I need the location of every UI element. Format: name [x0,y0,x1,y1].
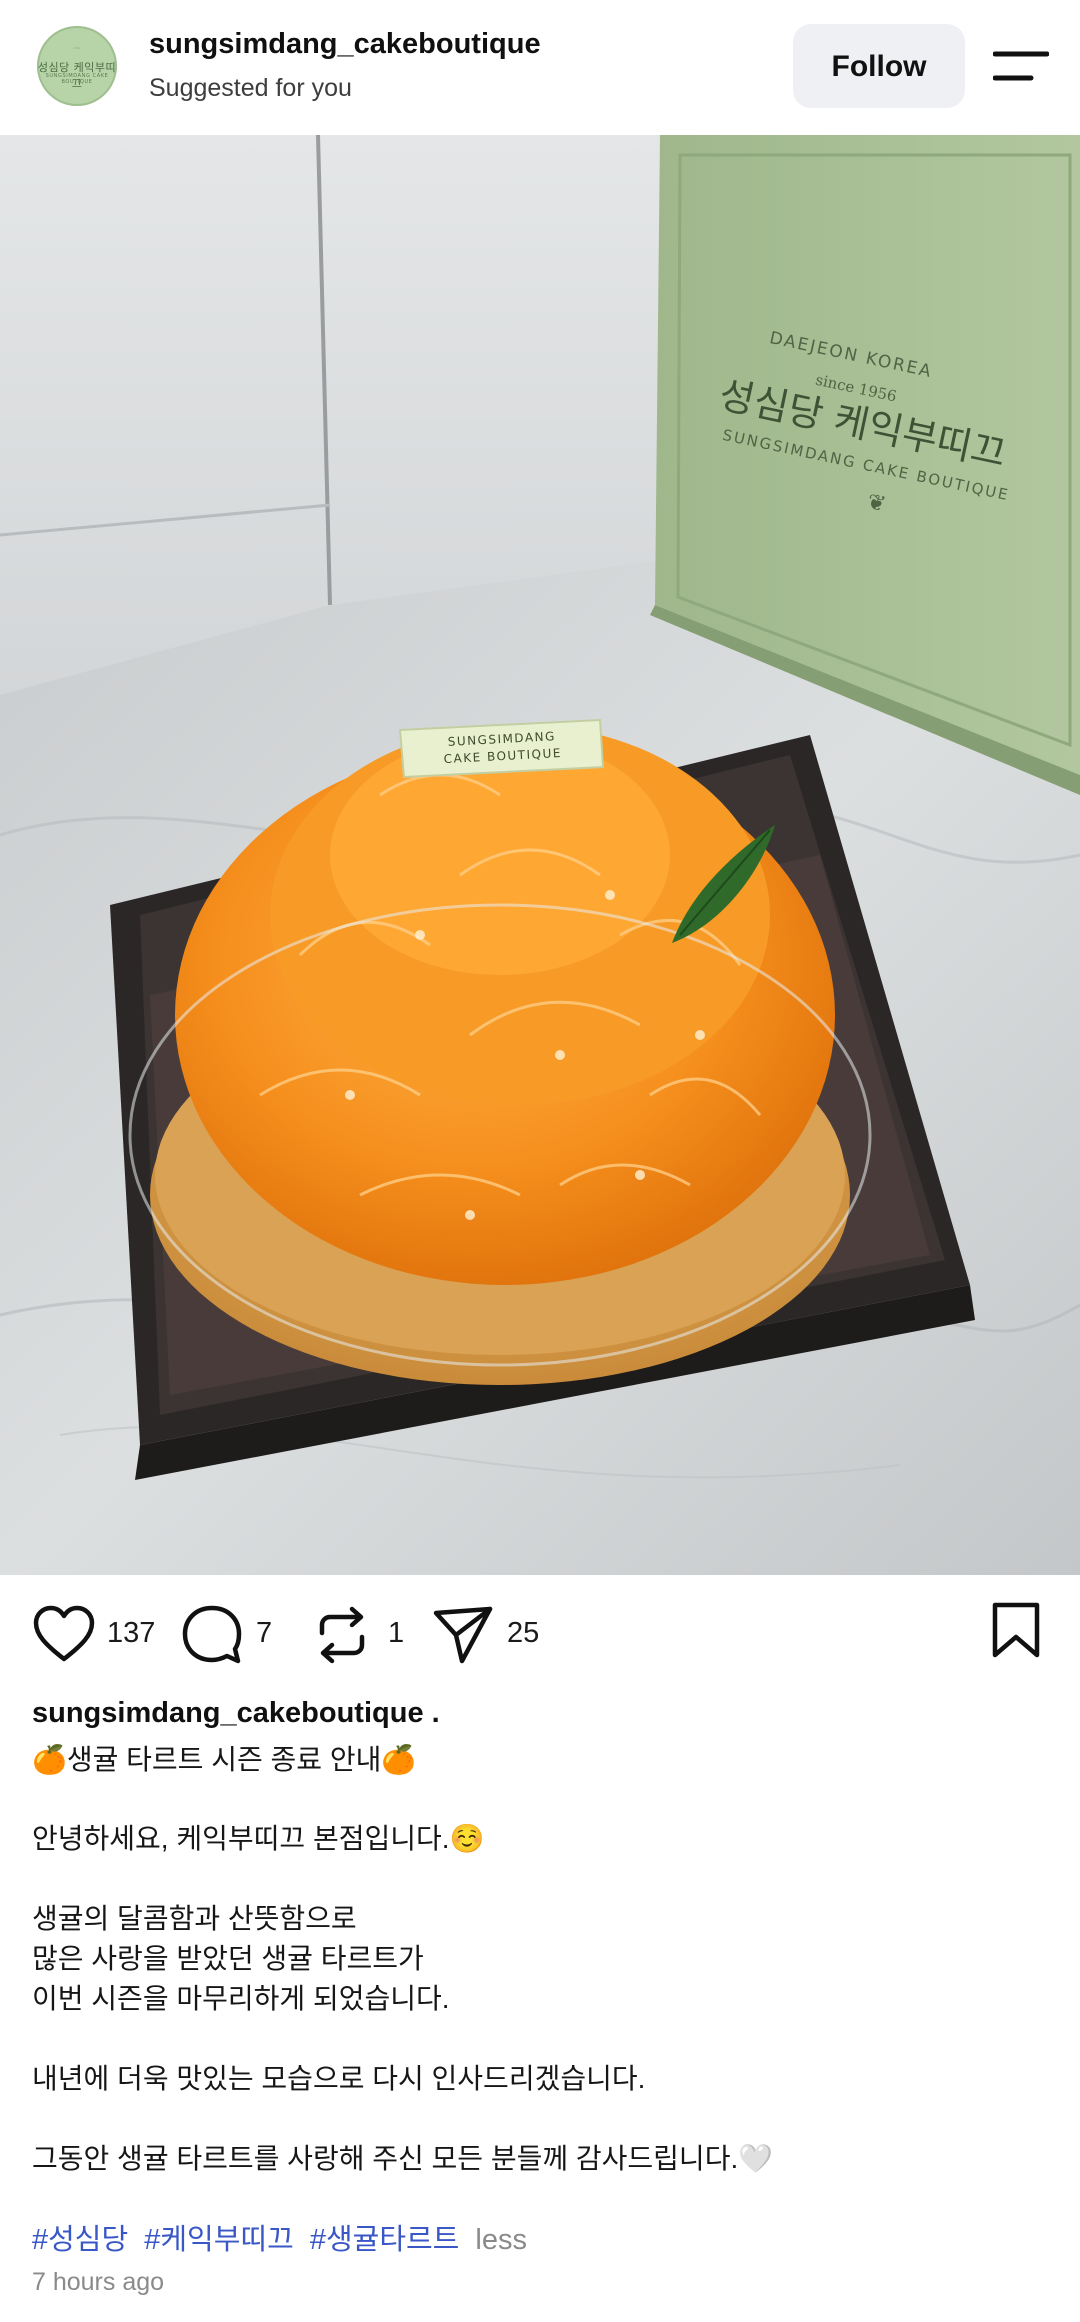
post-photo[interactable]: DAEJEON KOREA since 1956 성심당 케익부띠끄 SUNGS… [0,135,1080,1575]
caption-username[interactable]: sungsimdang_cakeboutique . [32,1697,440,1730]
caption-line-5: 이번 시즌을 마무리하게 되었습니다. [32,1983,450,2014]
less-link[interactable]: less [475,2224,527,2256]
header-username[interactable]: sungsimdang_cakeboutique [149,28,541,61]
share-count: 25 [507,1617,540,1649]
caption-line-3: 생귤의 달콤함과 산뜻함으로 [32,1903,357,1934]
comment-icon[interactable] [180,1603,244,1667]
caption-line-1: 🍊생귤 타르트 시즌 종료 안내🍊 [32,1744,417,1775]
post-timestamp: 7 hours ago [32,2268,165,2296]
avatar[interactable]: ˜˜˜ 성심당 케익부띠끄 SUNGSIMDANG CAKE BOUTIQUE [37,26,117,106]
avatar-logo-subtext: SUNGSIMDANG CAKE BOUTIQUE [45,73,109,85]
share-icon[interactable] [432,1603,496,1667]
cake-tag: SUNGSIMDANG CAKE BOUTIQUE [398,718,605,779]
caption-line-4: 많은 사랑을 받았던 생귤 타르트가 [32,1943,424,1974]
action-bar: 137 7 1 25 [0,1575,1080,1695]
suggested-label: Suggested for you [149,74,352,102]
hashtag-link[interactable]: #케익부띠끄 [144,2224,294,2256]
heart-icon[interactable] [32,1603,96,1667]
tart-photo: DAEJEON KOREA since 1956 성심당 케익부띠끄 SUNGS… [0,135,1080,1575]
avatar-decoration: ˜˜˜ [73,48,81,54]
follow-button[interactable]: Follow [793,24,965,108]
bookmark-icon[interactable] [990,1601,1042,1659]
comment-count: 7 [256,1617,273,1649]
post-header: ˜˜˜ 성심당 케익부띠끄 SUNGSIMDANG CAKE BOUTIQUE … [0,0,1080,135]
hashtag-link[interactable]: #성심당 [32,2224,128,2256]
repost-count: 1 [388,1617,405,1649]
caption-line-2: 안녕하세요, 케익부띠끄 본점입니다.☺️ [32,1823,485,1854]
repost-icon[interactable] [312,1603,372,1667]
menu-icon[interactable] [993,48,1049,84]
caption-line-7: 그동안 생귤 타르트를 사랑해 주신 모든 분들께 감사드립니다.🤍 [32,2143,774,2174]
caption-line-6: 내년에 더욱 맛있는 모습으로 다시 인사드리겠습니다. [32,2063,646,2094]
hashtag-link[interactable]: #생귤타르트 [310,2224,460,2256]
hashtag-row: #성심당 #케익부띠끄 #생귤타르트 less [32,2216,527,2258]
like-count: 137 [107,1617,156,1649]
